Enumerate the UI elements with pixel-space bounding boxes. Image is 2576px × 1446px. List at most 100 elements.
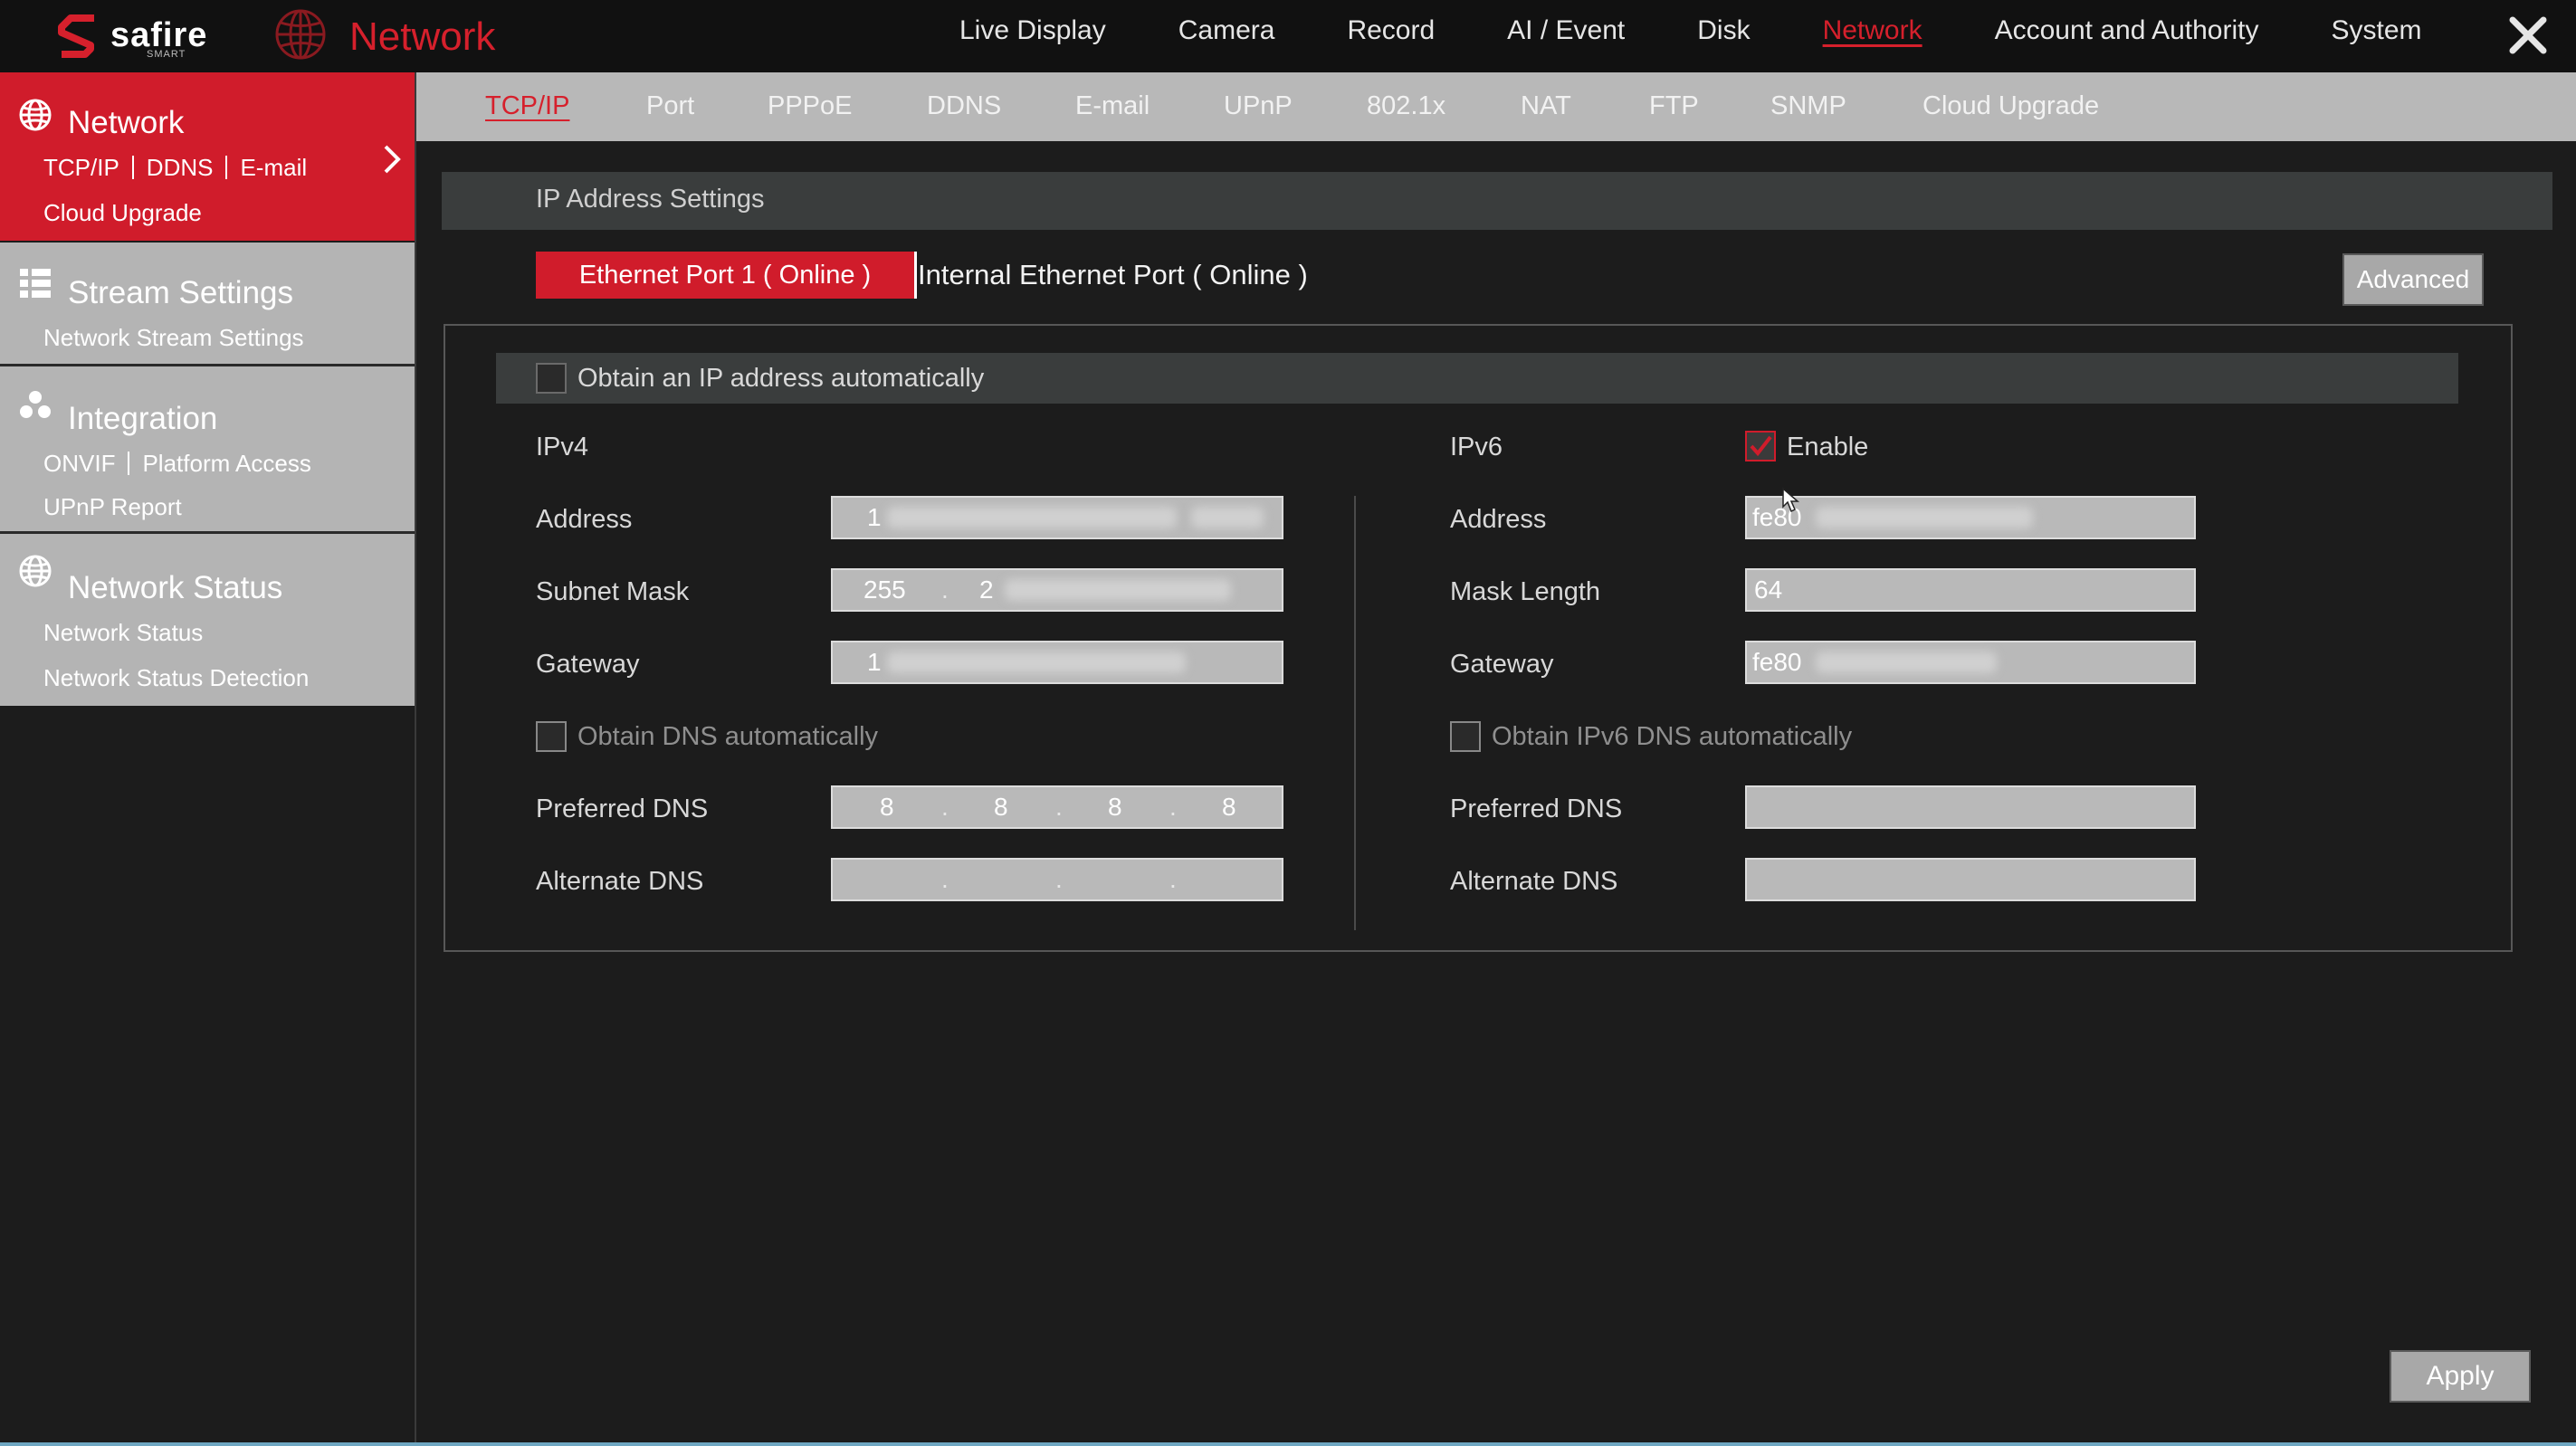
ipv4-address-input[interactable]: 1	[831, 496, 1283, 539]
globe-icon	[19, 99, 52, 131]
redacted-value	[1816, 507, 2033, 528]
sidebar-item-network-status[interactable]: Network Status	[43, 619, 203, 647]
sub-tabs: TCP/IP Port PPPoE DDNS E-mail UPnP 802.1x NAT FT…	[416, 72, 2576, 141]
ipv4-gateway-octet: 1	[867, 648, 882, 676]
redacted-value	[1816, 652, 1997, 673]
tab-ethernet-port-1[interactable]: Ethernet Port 1 ( Online )	[536, 252, 914, 299]
tab-ddns[interactable]: DDNS	[927, 72, 1001, 139]
close-icon[interactable]	[2507, 14, 2549, 56]
mask-length-input[interactable]: 64	[1745, 568, 2196, 612]
sidebar-sub-links: TCP/IP DDNS E-mail	[43, 154, 307, 182]
octet-dot: .	[941, 793, 949, 821]
octet-dot: .	[1169, 865, 1177, 893]
sidebar-group-integration[interactable]: Integration ONVIF Platform Access UPnP Re…	[0, 366, 415, 531]
ipv6-address-input[interactable]: fe80	[1745, 496, 2196, 539]
section-title: IP Address Settings	[536, 185, 765, 214]
sidebar-item-network-stream[interactable]: Network Stream Settings	[43, 324, 304, 352]
top-menu-item-network[interactable]: Network	[1823, 0, 1922, 63]
safire-s-logo-icon	[58, 14, 94, 58]
chevron-right-icon[interactable]	[380, 143, 404, 176]
ipv6-gateway-label: Gateway	[1450, 650, 1554, 679]
dns-octet-1: 8	[880, 793, 894, 821]
sidebar-group-stream[interactable]: Stream Settings Network Stream Settings	[0, 243, 415, 364]
alternate-dns-input[interactable]: . . .	[831, 858, 1283, 901]
sidebar-item-platform-access[interactable]: Platform Access	[142, 450, 310, 477]
subnet-mask-label: Subnet Mask	[536, 577, 690, 606]
tab-tcp-ip[interactable]: TCP/IP	[485, 72, 569, 139]
dns-octet-4: 8	[1222, 793, 1236, 821]
sidebar-item-email[interactable]: E-mail	[240, 154, 307, 181]
mask-length-label: Mask Length	[1450, 577, 1601, 606]
ipv4-gateway-label: Gateway	[536, 650, 640, 679]
tab-cloud-upgrade[interactable]: Cloud Upgrade	[1922, 72, 2099, 139]
top-menu-item-ai-event[interactable]: AI / Event	[1507, 0, 1625, 63]
sidebar-title-integration: Integration	[68, 401, 218, 436]
sidebar-item-onvif[interactable]: ONVIF	[43, 450, 115, 477]
ipv6-preferred-dns-label: Preferred DNS	[1450, 794, 1623, 823]
top-menu-item-disk[interactable]: Disk	[1697, 0, 1750, 63]
tab-port[interactable]: Port	[646, 72, 694, 139]
advanced-button[interactable]: Advanced	[2342, 253, 2484, 306]
obtain-ip-row: Obtain an IP address automatically	[496, 353, 2458, 404]
top-menu-item-system[interactable]: System	[2331, 0, 2421, 63]
obtain-ip-checkbox[interactable]	[536, 363, 567, 394]
ipv4-gateway-input[interactable]: 1	[831, 641, 1283, 684]
ipv6-alternate-dns-label: Alternate DNS	[1450, 867, 1618, 896]
alternate-dns-label: Alternate DNS	[536, 867, 704, 896]
top-menu-item-live-display[interactable]: Live Display	[959, 0, 1106, 63]
tab-ftp[interactable]: FTP	[1649, 72, 1699, 139]
sidebar-item-ddns[interactable]: DDNS	[147, 154, 214, 181]
tab-internal-ethernet-port[interactable]: Internal Ethernet Port ( Online )	[918, 252, 1308, 299]
redacted-value	[1191, 507, 1264, 528]
preferred-dns-label: Preferred DNS	[536, 794, 709, 823]
globe-icon	[19, 555, 52, 587]
brand-sub: SMART	[147, 49, 186, 60]
sidebar-group-network[interactable]: Network TCP/IP DDNS E-mail Cloud Upgrade	[0, 72, 415, 241]
sidebar-item-upnp-report[interactable]: UPnP Report	[43, 493, 182, 521]
ipv4-address-octet: 1	[867, 503, 882, 531]
apply-button[interactable]: Apply	[2390, 1350, 2531, 1403]
separator	[128, 452, 130, 475]
sidebar-item-tcpip[interactable]: TCP/IP	[43, 154, 119, 181]
sidebar-item-network-status-detection[interactable]: Network Status Detection	[43, 664, 309, 692]
redacted-value	[887, 652, 1186, 673]
tab-upnp[interactable]: UPnP	[1224, 72, 1293, 139]
ipv6-preferred-dns-input[interactable]	[1745, 785, 2196, 829]
tab-nat[interactable]: NAT	[1521, 72, 1571, 139]
bottom-accent-line	[0, 1442, 2576, 1446]
ipv4-address-label: Address	[536, 505, 633, 534]
obtain-ipv6-dns-checkbox[interactable]	[1450, 721, 1481, 752]
obtain-dns-checkbox[interactable]	[536, 721, 567, 752]
tab-e-mail[interactable]: E-mail	[1075, 72, 1150, 139]
subnet-mask-input[interactable]: 255 . 2	[831, 568, 1283, 612]
obtain-dns-label: Obtain DNS automatically	[577, 722, 879, 751]
preferred-dns-input[interactable]: 8 . 8 . 8 . 8	[831, 785, 1283, 829]
octet-dot: .	[1169, 793, 1177, 821]
sidebar-group-network-status[interactable]: Network Status Network Status Network St…	[0, 534, 415, 706]
page-title: Network	[349, 14, 496, 59]
subnet-octet-1: 255	[863, 576, 906, 604]
divider	[914, 252, 917, 299]
ipv6-enable-checkbox[interactable]	[1745, 431, 1776, 461]
ipv6-gateway-input[interactable]: fe80	[1745, 641, 2196, 684]
check-icon	[1750, 435, 1772, 457]
ipv6-alternate-dns-input[interactable]	[1745, 858, 2196, 901]
ip-settings-panel	[444, 324, 2513, 952]
top-menu-item-account-and-authority[interactable]: Account and Authority	[1995, 0, 2259, 63]
octet-dot: .	[941, 576, 949, 604]
redacted-value	[887, 507, 1177, 528]
ipv6-heading: IPv6	[1450, 433, 1503, 461]
tab-snmp[interactable]: SNMP	[1770, 72, 1846, 139]
integration-icon	[20, 391, 51, 418]
tab-pppoe[interactable]: PPPoE	[768, 72, 853, 139]
octet-dot: .	[1055, 865, 1063, 893]
top-menu-item-record[interactable]: Record	[1347, 0, 1435, 63]
tab-802-1x[interactable]: 802.1x	[1367, 72, 1445, 139]
tab-label: Ethernet Port 1 ( Online )	[578, 261, 872, 290]
sidebar-title-network: Network	[68, 105, 185, 140]
top-menu: Live Display Camera Record AI / Event Disk Ne…	[959, 0, 2495, 63]
sidebar-item-cloud-upgrade[interactable]: Cloud Upgrade	[43, 199, 202, 227]
top-menu-item-camera[interactable]: Camera	[1178, 0, 1275, 63]
octet-dot: .	[1055, 793, 1063, 821]
top-bar: safire SMART Network Live Display Camera R…	[0, 0, 2576, 72]
